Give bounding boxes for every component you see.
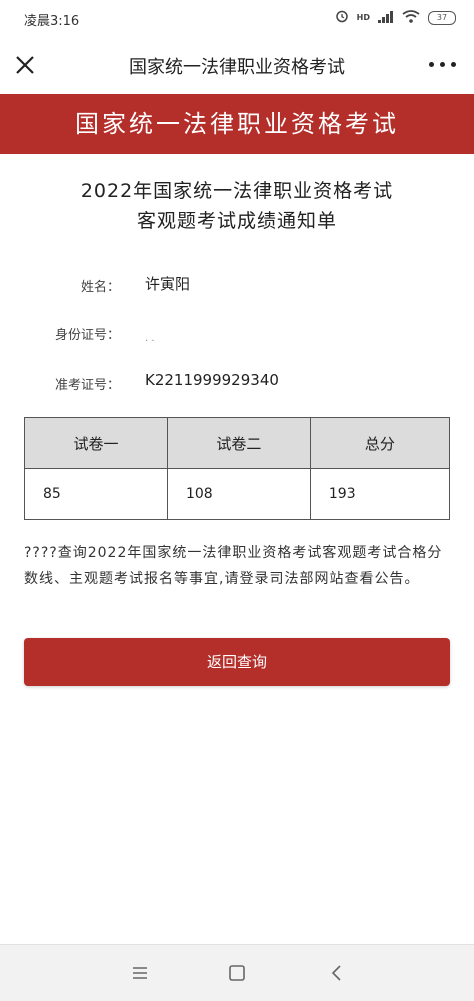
- exam-number-label: 准考证号：: [54, 378, 120, 393]
- page-title: 国家统一法律职业资格考试: [129, 57, 345, 78]
- close-icon[interactable]: [12, 52, 38, 78]
- battery-indicator: 37: [428, 10, 456, 25]
- document-title-line1: 2022年国家统一法律职业资格考试: [80, 180, 394, 202]
- home-icon[interactable]: [225, 961, 249, 985]
- status-bar: 凌晨3:16 HD 37: [0, 0, 474, 36]
- header-total: 总分: [309, 417, 451, 469]
- back-to-query-button[interactable]: 返回查询: [24, 638, 450, 686]
- name-value: 许寅阳: [145, 275, 191, 293]
- menu-icon[interactable]: [128, 961, 152, 985]
- alarm-icon: [335, 8, 349, 27]
- score-total: 193: [309, 468, 451, 520]
- header-paper-two: 试卷二: [166, 417, 311, 469]
- title-bar: 国家统一法律职业资格考试: [0, 36, 474, 94]
- header-banner: 国家统一法律职业资格考试: [0, 94, 474, 154]
- more-dot: [429, 62, 434, 67]
- status-time: 凌晨3:16: [24, 14, 80, 29]
- more-dot: [451, 62, 456, 67]
- more-dot: [440, 62, 445, 67]
- wifi-icon: [402, 8, 420, 27]
- score-paper-one: 85: [24, 468, 168, 520]
- document-title: 2022年国家统一法律职业资格考试 客观题考试成绩通知单: [0, 176, 474, 236]
- header-paper-one: 试卷一: [24, 417, 168, 469]
- table-header-row: 试卷一 试卷二 总分: [24, 417, 451, 469]
- id-value: · ·: [145, 336, 155, 347]
- name-label: 姓名：: [80, 280, 120, 295]
- notice-text: ????查询2022年国家统一法律职业资格考试客观题考试合格分数线、主观题考试报…: [24, 545, 443, 587]
- exam-number-value: K2211999929340: [145, 371, 279, 389]
- more-icon[interactable]: [429, 62, 456, 67]
- status-icons: HD 37: [335, 8, 456, 27]
- table-row: 85 108 193: [24, 468, 451, 520]
- id-label: 身份证号：: [54, 328, 120, 343]
- document-title-line2: 客观题考试成绩通知单: [136, 210, 337, 232]
- signal-icon: [378, 8, 394, 27]
- system-nav-bar: [0, 944, 474, 1001]
- hd-badge: HD: [356, 12, 370, 22]
- back-icon[interactable]: [325, 961, 349, 985]
- scores-table: 试卷一 试卷二 总分 85 108 193: [24, 417, 451, 520]
- score-paper-two: 108: [166, 468, 311, 520]
